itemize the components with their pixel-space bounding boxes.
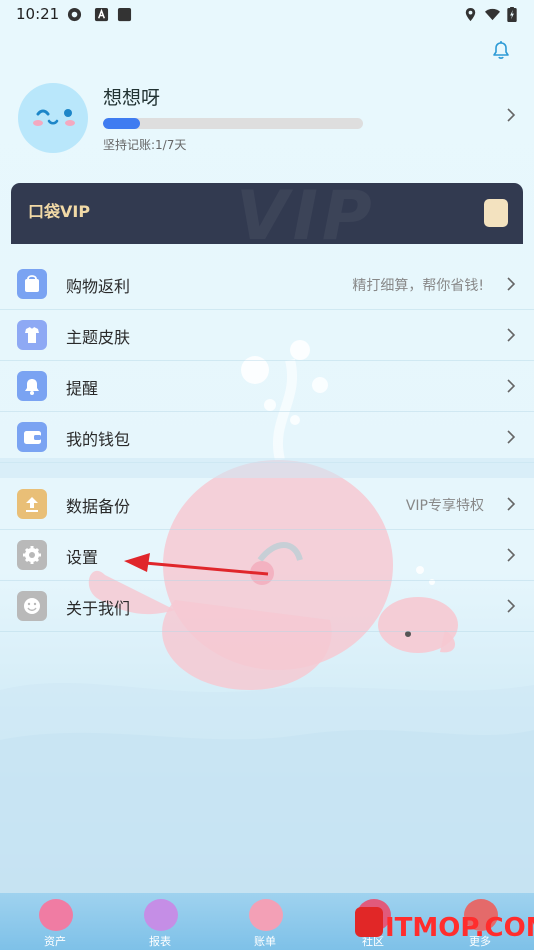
wifi-icon <box>485 8 500 21</box>
a-notification-icon <box>94 7 109 22</box>
menu-item[interactable]: 购物返利 精打细算，帮你省钱! <box>0 259 534 310</box>
vip-banner[interactable]: VIP 口袋VIP <box>11 183 523 244</box>
coral-icon <box>144 899 178 931</box>
menu-item[interactable]: 设置 <box>0 530 534 581</box>
menu-group-secondary: 数据备份 VIP专享特权设置关于我们 <box>0 479 534 632</box>
menu-item[interactable]: 关于我们 <box>0 581 534 632</box>
watermark-logo <box>355 907 383 937</box>
username: 想想呀 <box>103 87 161 109</box>
gear-icon <box>17 540 47 570</box>
vip-background-text: VIP <box>236 183 376 244</box>
status-bar: 10:21 <box>0 0 534 28</box>
menu-item-label: 我的钱包 <box>66 430 131 449</box>
bag-icon <box>17 269 47 299</box>
chevron-right-icon[interactable] <box>506 598 516 614</box>
location-icon <box>465 7 476 22</box>
bell-icon <box>17 371 47 401</box>
notification-bell-icon[interactable] <box>489 38 513 62</box>
shell-icon <box>39 899 73 931</box>
chevron-right-icon[interactable] <box>506 276 516 292</box>
menu-item[interactable]: 我的钱包 <box>0 412 534 463</box>
wallet-icon <box>17 422 47 452</box>
chevron-right-icon[interactable] <box>506 429 516 445</box>
menu-item-hint: 精打细算，帮你省钱! <box>352 278 484 294</box>
chevron-right-icon[interactable] <box>506 327 516 343</box>
streak-progress-fill <box>103 118 141 129</box>
streak-text: 坚持记账:1/7天 <box>103 138 187 152</box>
square-notification-icon <box>117 7 132 22</box>
chevron-right-icon[interactable] <box>506 107 516 123</box>
profile-card[interactable]: 想想呀 坚持记账:1/7天 <box>18 83 534 163</box>
battery-icon <box>507 7 517 22</box>
smile-icon <box>17 591 47 621</box>
menu-item[interactable]: 提醒 <box>0 361 534 412</box>
chevron-right-icon[interactable] <box>506 496 516 512</box>
shirt-icon <box>17 320 47 350</box>
menu-item[interactable]: 数据备份 VIP专享特权 <box>0 479 534 530</box>
upload-icon <box>17 489 47 519</box>
avatar[interactable] <box>18 83 88 153</box>
menu-item-label: 关于我们 <box>66 599 131 618</box>
menu-item[interactable]: 主题皮肤 <box>0 310 534 361</box>
tab-label: 资产 <box>44 935 66 948</box>
crab-icon <box>249 899 283 931</box>
sync-icon <box>67 7 82 22</box>
menu-item-label: 提醒 <box>66 379 99 398</box>
tab-1[interactable]: 报表 <box>120 893 200 950</box>
tab-0[interactable]: 资产 <box>15 893 95 950</box>
menu-item-hint: VIP专享特权 <box>405 498 484 514</box>
watermark-text: ITMOP.COM <box>385 913 534 943</box>
streak-progress-bar <box>103 118 363 129</box>
tab-label: 报表 <box>149 935 171 948</box>
chevron-right-icon[interactable] <box>506 547 516 563</box>
menu-item-label: 数据备份 <box>66 497 131 516</box>
status-time: 10:21 <box>16 5 60 23</box>
chevron-right-icon[interactable] <box>506 378 516 394</box>
menu-item-label: 设置 <box>66 548 99 567</box>
menu-item-label: 购物返利 <box>66 277 131 296</box>
menu-group-primary: 购物返利 精打细算，帮你省钱! 主题皮肤提醒我的钱包 <box>0 259 534 463</box>
vip-badge-icon[interactable] <box>484 199 508 227</box>
section-divider <box>0 458 534 478</box>
menu-item-label: 主题皮肤 <box>66 328 131 347</box>
avatar-face-icon <box>33 109 75 126</box>
vip-label: 口袋VIP <box>28 202 91 221</box>
tab-label: 账单 <box>254 935 276 948</box>
tab-2[interactable]: 账单 <box>225 893 305 950</box>
